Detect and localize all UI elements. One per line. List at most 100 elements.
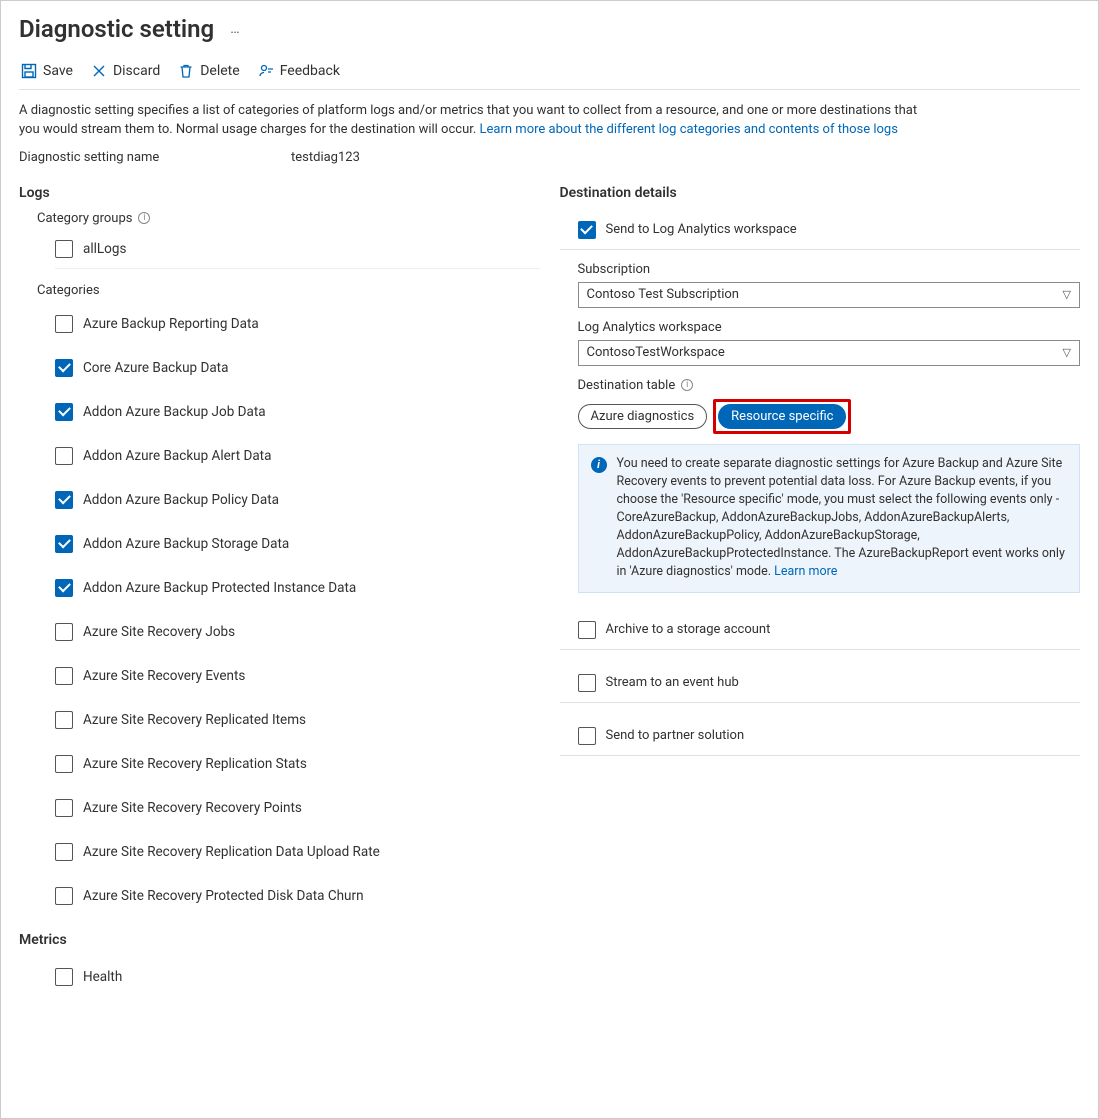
- eventhub-checkbox[interactable]: [578, 674, 596, 692]
- metric-item: Health: [55, 958, 540, 996]
- category-item: Addon Azure Backup Storage Data: [55, 522, 540, 566]
- feedback-label: Feedback: [280, 63, 340, 79]
- la-settings: Subscription Contoso Test Subscription ▽…: [560, 262, 1081, 593]
- logs-column: Logs Category groups i allLogs Categorie…: [19, 179, 540, 996]
- category-groups-text: Category groups: [37, 211, 132, 226]
- workspace-value: ContosoTestWorkspace: [587, 345, 725, 360]
- category-groups-list: allLogs: [19, 230, 540, 269]
- category-item: Addon Azure Backup Alert Data: [55, 434, 540, 478]
- category-checkbox[interactable]: [55, 843, 73, 861]
- save-icon: [21, 63, 37, 79]
- categories-label: Categories: [19, 283, 540, 298]
- azure-diagnostics-pill[interactable]: Azure diagnostics: [578, 404, 708, 429]
- category-label: Addon Azure Backup Storage Data: [83, 536, 289, 552]
- chevron-down-icon: ▽: [1063, 288, 1071, 301]
- info-icon[interactable]: i: [138, 212, 150, 224]
- feedback-button[interactable]: Feedback: [258, 63, 340, 79]
- category-checkbox[interactable]: [55, 887, 73, 905]
- delete-icon: [178, 63, 194, 79]
- categories-list: Azure Backup Reporting Data Core Azure B…: [19, 302, 540, 918]
- category-label: Azure Site Recovery Recovery Points: [83, 800, 302, 816]
- category-item: Addon Azure Backup Job Data: [55, 390, 540, 434]
- category-item: Azure Backup Reporting Data: [55, 302, 540, 346]
- category-item: Azure Site Recovery Jobs: [55, 610, 540, 654]
- metrics-list: Health: [19, 958, 540, 996]
- category-item: Azure Site Recovery Replicated Items: [55, 698, 540, 742]
- subscription-dropdown[interactable]: Contoso Test Subscription ▽: [578, 282, 1081, 308]
- category-checkbox[interactable]: [55, 359, 73, 377]
- alllogs-checkbox[interactable]: [55, 240, 73, 258]
- metric-label: Health: [83, 969, 122, 985]
- info-learn-more-link[interactable]: Learn more: [774, 564, 837, 579]
- highlighted-selection: Resource specific: [713, 399, 851, 434]
- category-checkbox[interactable]: [55, 711, 73, 729]
- category-checkbox[interactable]: [55, 491, 73, 509]
- more-menu-icon[interactable]: …: [230, 21, 240, 37]
- category-checkbox[interactable]: [55, 755, 73, 773]
- category-item: Azure Site Recovery Replication Stats: [55, 742, 540, 786]
- send-la-checkbox[interactable]: [578, 221, 596, 239]
- toolbar: Save Discard Delete Feedback: [19, 47, 1080, 90]
- save-label: Save: [43, 63, 73, 79]
- intro-text: A diagnostic setting specifies a list of…: [19, 102, 919, 140]
- columns: Logs Category groups i allLogs Categorie…: [19, 179, 1080, 996]
- partner-label: Send to partner solution: [606, 728, 745, 743]
- category-item: Azure Site Recovery Recovery Points: [55, 786, 540, 830]
- archive-label: Archive to a storage account: [606, 622, 771, 637]
- dest-loganalytics-block: Send to Log Analytics workspace Subscrip…: [560, 211, 1081, 593]
- send-la-label: Send to Log Analytics workspace: [606, 222, 797, 237]
- destination-heading: Destination details: [560, 185, 1081, 201]
- category-checkbox[interactable]: [55, 403, 73, 421]
- workspace-label: Log Analytics workspace: [578, 320, 1081, 335]
- category-checkbox[interactable]: [55, 535, 73, 553]
- discard-icon: [91, 63, 107, 79]
- intro-learn-more-link[interactable]: Learn more about the different log categ…: [480, 122, 898, 137]
- title-row: Diagnostic setting …: [19, 1, 1080, 47]
- dest-archive-row: Archive to a storage account: [560, 611, 1081, 650]
- discard-button[interactable]: Discard: [91, 63, 160, 79]
- category-checkbox[interactable]: [55, 623, 73, 641]
- dest-la-header: Send to Log Analytics workspace: [560, 211, 1081, 250]
- category-label: Addon Azure Backup Alert Data: [83, 448, 271, 464]
- dest-table-text: Destination table: [578, 378, 676, 393]
- metric-checkbox[interactable]: [55, 968, 73, 986]
- alllogs-label: allLogs: [83, 241, 126, 257]
- dest-table-toggle: Azure diagnostics Resource specific: [578, 399, 1081, 434]
- category-label: Azure Site Recovery Jobs: [83, 624, 235, 640]
- delete-button[interactable]: Delete: [178, 63, 239, 79]
- category-label: Azure Site Recovery Replication Stats: [83, 756, 307, 772]
- category-item: Azure Site Recovery Protected Disk Data …: [55, 874, 540, 918]
- delete-label: Delete: [200, 63, 239, 79]
- category-checkbox[interactable]: [55, 315, 73, 333]
- info-icon[interactable]: i: [681, 379, 693, 391]
- subscription-value: Contoso Test Subscription: [587, 287, 739, 302]
- setting-name-row: Diagnostic setting name testdiag123: [19, 150, 1080, 165]
- info-icon: i: [591, 457, 607, 473]
- dest-partner-row: Send to partner solution: [560, 717, 1081, 756]
- chevron-down-icon: ▽: [1063, 346, 1071, 359]
- setting-name-value[interactable]: testdiag123: [291, 150, 360, 165]
- save-button[interactable]: Save: [21, 63, 73, 79]
- dest-eventhub-row: Stream to an event hub: [560, 664, 1081, 703]
- info-callout: i You need to create separate diagnostic…: [578, 444, 1081, 593]
- info-text-wrap: You need to create separate diagnostic s…: [617, 455, 1068, 582]
- category-checkbox[interactable]: [55, 579, 73, 597]
- category-checkbox[interactable]: [55, 667, 73, 685]
- category-item: Azure Site Recovery Events: [55, 654, 540, 698]
- category-item: Addon Azure Backup Policy Data: [55, 478, 540, 522]
- category-checkbox[interactable]: [55, 799, 73, 817]
- category-checkbox[interactable]: [55, 447, 73, 465]
- category-label: Addon Azure Backup Protected Instance Da…: [83, 580, 356, 596]
- discard-label: Discard: [113, 63, 160, 79]
- setting-name-label: Diagnostic setting name: [19, 150, 291, 165]
- metrics-heading: Metrics: [19, 932, 540, 948]
- eventhub-label: Stream to an event hub: [606, 675, 739, 690]
- resource-specific-pill[interactable]: Resource specific: [718, 404, 846, 429]
- category-label: Addon Azure Backup Policy Data: [83, 492, 279, 508]
- category-groups-label: Category groups i: [19, 211, 540, 226]
- partner-checkbox[interactable]: [578, 727, 596, 745]
- category-item: Azure Site Recovery Replication Data Upl…: [55, 830, 540, 874]
- diagnostic-setting-page: Diagnostic setting … Save Discard Delete…: [0, 0, 1099, 1119]
- workspace-dropdown[interactable]: ContosoTestWorkspace ▽: [578, 340, 1081, 366]
- archive-checkbox[interactable]: [578, 621, 596, 639]
